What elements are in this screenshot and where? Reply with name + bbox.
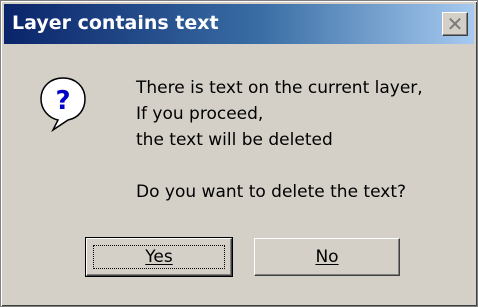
message-line: There is text on the current layer,: [136, 78, 423, 98]
message-line: If you proceed,: [136, 104, 264, 124]
close-icon: ✕: [446, 12, 464, 36]
title-bar[interactable]: Layer contains text ✕: [4, 4, 474, 44]
question-icon: ?: [40, 77, 86, 132]
yes-button-label: Yes: [145, 247, 173, 267]
dialog-title: Layer contains text: [12, 12, 219, 34]
layer-contains-text-dialog: Layer contains text ✕ ? There is text on…: [0, 0, 478, 307]
question-text: Do you want to delete the text?: [136, 182, 407, 202]
close-button[interactable]: ✕: [442, 12, 468, 36]
yes-button[interactable]: Yes: [85, 237, 233, 277]
message-line: the text will be deleted: [136, 130, 333, 150]
message-text: There is text on the current layer, If y…: [136, 75, 423, 153]
no-button[interactable]: No: [254, 238, 400, 276]
svg-text:?: ?: [55, 86, 70, 116]
no-button-label: No: [315, 247, 339, 267]
